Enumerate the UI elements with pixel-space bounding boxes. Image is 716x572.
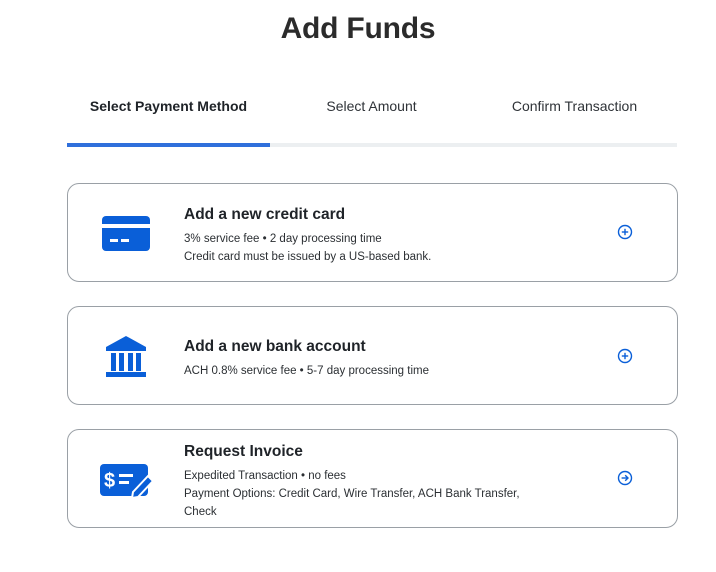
step-progress-fill (67, 143, 271, 147)
bank-icon (100, 334, 152, 385)
tab-select-amount[interactable]: Select Amount (270, 98, 473, 114)
svg-text:$: $ (104, 470, 115, 492)
credit-card-icon (100, 213, 152, 260)
option-detail: Credit card must be issued by a US-based… (184, 251, 432, 263)
option-title: Request Invoice (184, 443, 303, 460)
option-detail: Expedited Transaction • no fees (184, 470, 346, 482)
option-request-invoice[interactable]: $ Request Invoice Expedited Transaction … (67, 429, 678, 528)
plus-circle-icon[interactable] (617, 224, 633, 240)
option-detail: 3% service fee • 2 day processing time (184, 233, 382, 245)
option-request-invoice-body: Request Invoice Expedited Transaction • … (184, 443, 584, 521)
option-bank-account-body: Add a new bank account ACH 0.8% service … (184, 338, 584, 380)
page-title: Add Funds (280, 12, 436, 45)
add-funds-page: Add Funds Select Payment Method Select A… (0, 0, 716, 572)
invoice-icon: $ (100, 460, 156, 505)
option-detail: Check (184, 506, 217, 518)
option-title: Add a new bank account (184, 338, 366, 355)
option-detail: ACH 0.8% service fee • 5-7 day processin… (184, 365, 429, 377)
arrow-right-circle-icon[interactable] (617, 470, 633, 486)
option-title: Add a new credit card (184, 206, 346, 223)
step-tabs: Select Payment Method Select Amount Conf… (67, 98, 677, 148)
tab-confirm-transaction[interactable]: Confirm Transaction (473, 98, 676, 114)
option-credit-card[interactable]: Add a new credit card 3% service fee • 2… (67, 183, 678, 282)
option-detail: Payment Options: Credit Card, Wire Trans… (184, 488, 520, 500)
option-bank-account[interactable]: Add a new bank account ACH 0.8% service … (67, 306, 678, 405)
plus-circle-icon[interactable] (617, 348, 633, 364)
tab-select-payment-method[interactable]: Select Payment Method (67, 98, 270, 114)
option-credit-card-body: Add a new credit card 3% service fee • 2… (184, 206, 584, 266)
step-progress-track (67, 143, 677, 147)
